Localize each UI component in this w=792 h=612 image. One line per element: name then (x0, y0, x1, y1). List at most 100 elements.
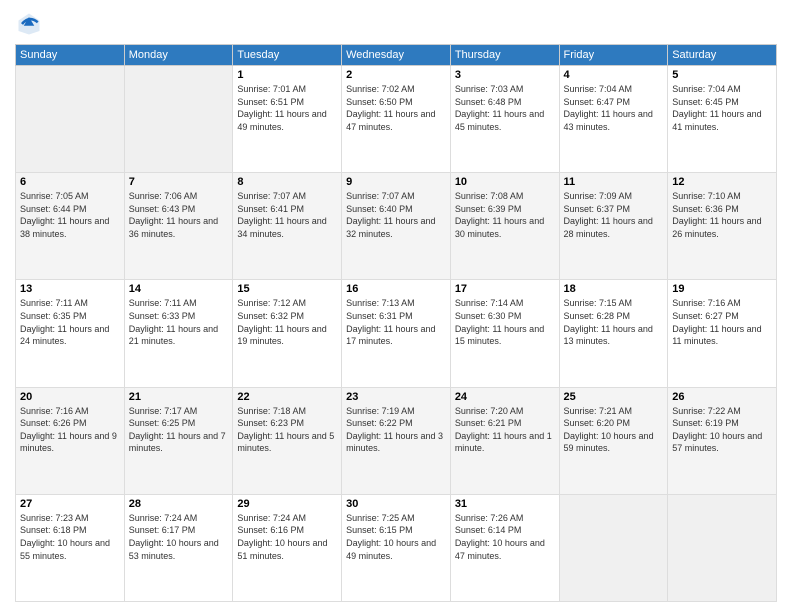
day-info: Sunrise: 7:21 AMSunset: 6:20 PMDaylight:… (564, 405, 664, 455)
day-info: Sunrise: 7:26 AMSunset: 6:14 PMDaylight:… (455, 512, 555, 562)
day-number: 27 (20, 498, 120, 510)
calendar-cell: 1 Sunrise: 7:01 AMSunset: 6:51 PMDaylight… (233, 66, 342, 173)
calendar-cell: 20 Sunrise: 7:16 AMSunset: 6:26 PMDayligh… (16, 387, 125, 494)
calendar-week-3: 13 Sunrise: 7:11 AMSunset: 6:35 PMDayligh… (16, 280, 777, 387)
logo (15, 10, 45, 38)
calendar-cell (668, 494, 777, 601)
calendar-cell: 24 Sunrise: 7:20 AMSunset: 6:21 PMDayligh… (450, 387, 559, 494)
calendar-cell: 17Sunrise: 7:14 AMSunset: 6:30 PMDayligh… (450, 280, 559, 387)
day-number: 14 (129, 283, 229, 295)
calendar-cell: 30 Sunrise: 7:25 AMSunset: 6:15 PMDayligh… (342, 494, 451, 601)
day-number: 30 (346, 498, 446, 510)
calendar-week-5: 27 Sunrise: 7:23 AMSunset: 6:18 PMDayligh… (16, 494, 777, 601)
day-info: Sunrise: 7:16 AMSunset: 6:26 PMDaylight:… (20, 405, 120, 455)
calendar-cell: 23 Sunrise: 7:19 AMSunset: 6:22 PMDayligh… (342, 387, 451, 494)
day-number: 12 (672, 176, 772, 188)
day-header-wednesday: Wednesday (342, 45, 451, 66)
calendar-cell: 3 Sunrise: 7:03 AMSunset: 6:48 PMDaylight… (450, 66, 559, 173)
calendar-cell: 14Sunrise: 7:11 AMSunset: 6:33 PMDayligh… (124, 280, 233, 387)
day-number: 29 (237, 498, 337, 510)
calendar-cell: 16 Sunrise: 7:13 AMSunset: 6:31 PMDayligh… (342, 280, 451, 387)
calendar-cell: 27 Sunrise: 7:23 AMSunset: 6:18 PMDayligh… (16, 494, 125, 601)
calendar-cell: 4Sunrise: 7:04 AMSunset: 6:47 PMDaylight… (559, 66, 668, 173)
calendar-cell: 31 Sunrise: 7:26 AMSunset: 6:14 PMDayligh… (450, 494, 559, 601)
calendar-cell: 15 Sunrise: 7:12 AMSunset: 6:32 PMDayligh… (233, 280, 342, 387)
day-header-saturday: Saturday (668, 45, 777, 66)
calendar-cell: 5 Sunrise: 7:04 AMSunset: 6:45 PMDaylight… (668, 66, 777, 173)
day-info: Sunrise: 7:24 AMSunset: 6:17 PMDaylight:… (129, 512, 229, 562)
day-info: Sunrise: 7:16 AMSunset: 6:27 PMDaylight:… (672, 297, 772, 347)
day-info: Sunrise: 7:04 AMSunset: 6:45 PMDaylight:… (672, 83, 772, 133)
day-number: 3 (455, 69, 555, 81)
day-number: 1 (237, 69, 337, 81)
day-info: Sunrise: 7:19 AMSunset: 6:22 PMDaylight:… (346, 405, 446, 455)
day-info: Sunrise: 7:23 AMSunset: 6:18 PMDaylight:… (20, 512, 120, 562)
day-header-friday: Friday (559, 45, 668, 66)
day-number: 25 (564, 391, 664, 403)
day-number: 10 (455, 176, 555, 188)
calendar-header-row: SundayMondayTuesdayWednesdayThursdayFrid… (16, 45, 777, 66)
calendar-cell: 25 Sunrise: 7:21 AMSunset: 6:20 PMDayligh… (559, 387, 668, 494)
day-info: Sunrise: 7:20 AMSunset: 6:21 PMDaylight:… (455, 405, 555, 455)
day-info: Sunrise: 7:22 AMSunset: 6:19 PMDaylight:… (672, 405, 772, 455)
day-number: 15 (237, 283, 337, 295)
day-number: 20 (20, 391, 120, 403)
day-number: 23 (346, 391, 446, 403)
page: SundayMondayTuesdayWednesdayThursdayFrid… (0, 0, 792, 612)
calendar-cell (124, 66, 233, 173)
day-number: 24 (455, 391, 555, 403)
calendar-week-2: 6 Sunrise: 7:05 AMSunset: 6:44 PMDaylight… (16, 173, 777, 280)
day-info: Sunrise: 7:02 AMSunset: 6:50 PMDaylight:… (346, 83, 446, 133)
calendar-cell: 9 Sunrise: 7:07 AMSunset: 6:40 PMDaylight… (342, 173, 451, 280)
day-header-thursday: Thursday (450, 45, 559, 66)
calendar-cell: 19Sunrise: 7:16 AMSunset: 6:27 PMDayligh… (668, 280, 777, 387)
day-number: 6 (20, 176, 120, 188)
calendar-cell: 10 Sunrise: 7:08 AMSunset: 6:39 PMDayligh… (450, 173, 559, 280)
calendar-cell: 26 Sunrise: 7:22 AMSunset: 6:19 PMDayligh… (668, 387, 777, 494)
header (15, 10, 777, 38)
day-header-tuesday: Tuesday (233, 45, 342, 66)
day-number: 11 (564, 176, 664, 188)
calendar-cell (559, 494, 668, 601)
day-number: 28 (129, 498, 229, 510)
day-info: Sunrise: 7:07 AMSunset: 6:40 PMDaylight:… (346, 190, 446, 240)
day-number: 7 (129, 176, 229, 188)
calendar-cell: 13 Sunrise: 7:11 AMSunset: 6:35 PMDayligh… (16, 280, 125, 387)
day-info: Sunrise: 7:08 AMSunset: 6:39 PMDaylight:… (455, 190, 555, 240)
day-number: 9 (346, 176, 446, 188)
day-number: 16 (346, 283, 446, 295)
calendar-cell: 21Sunrise: 7:17 AMSunset: 6:25 PMDayligh… (124, 387, 233, 494)
day-number: 13 (20, 283, 120, 295)
calendar-week-1: 1 Sunrise: 7:01 AMSunset: 6:51 PMDaylight… (16, 66, 777, 173)
day-number: 2 (346, 69, 446, 81)
calendar-cell: 8 Sunrise: 7:07 AMSunset: 6:41 PMDaylight… (233, 173, 342, 280)
day-info: Sunrise: 7:12 AMSunset: 6:32 PMDaylight:… (237, 297, 337, 347)
day-info: Sunrise: 7:06 AMSunset: 6:43 PMDaylight:… (129, 190, 229, 240)
day-number: 5 (672, 69, 772, 81)
day-info: Sunrise: 7:04 AMSunset: 6:47 PMDaylight:… (564, 83, 664, 133)
day-info: Sunrise: 7:05 AMSunset: 6:44 PMDaylight:… (20, 190, 120, 240)
day-header-monday: Monday (124, 45, 233, 66)
day-info: Sunrise: 7:25 AMSunset: 6:15 PMDaylight:… (346, 512, 446, 562)
day-info: Sunrise: 7:17 AMSunset: 6:25 PMDaylight:… (129, 405, 229, 455)
calendar-cell (16, 66, 125, 173)
day-info: Sunrise: 7:11 AMSunset: 6:35 PMDaylight:… (20, 297, 120, 347)
calendar-cell: 6 Sunrise: 7:05 AMSunset: 6:44 PMDaylight… (16, 173, 125, 280)
day-number: 31 (455, 498, 555, 510)
day-info: Sunrise: 7:13 AMSunset: 6:31 PMDaylight:… (346, 297, 446, 347)
day-info: Sunrise: 7:03 AMSunset: 6:48 PMDaylight:… (455, 83, 555, 133)
day-info: Sunrise: 7:01 AMSunset: 6:51 PMDaylight:… (237, 83, 337, 133)
day-info: Sunrise: 7:07 AMSunset: 6:41 PMDaylight:… (237, 190, 337, 240)
day-number: 26 (672, 391, 772, 403)
day-info: Sunrise: 7:10 AMSunset: 6:36 PMDaylight:… (672, 190, 772, 240)
calendar-week-4: 20 Sunrise: 7:16 AMSunset: 6:26 PMDayligh… (16, 387, 777, 494)
calendar-cell: 22Sunrise: 7:18 AMSunset: 6:23 PMDayligh… (233, 387, 342, 494)
calendar-cell: 18Sunrise: 7:15 AMSunset: 6:28 PMDayligh… (559, 280, 668, 387)
calendar-cell: 11Sunrise: 7:09 AMSunset: 6:37 PMDayligh… (559, 173, 668, 280)
calendar-table: SundayMondayTuesdayWednesdayThursdayFrid… (15, 44, 777, 602)
day-number: 8 (237, 176, 337, 188)
logo-icon (15, 10, 43, 38)
calendar-cell: 28 Sunrise: 7:24 AMSunset: 6:17 PMDayligh… (124, 494, 233, 601)
calendar-cell: 7 Sunrise: 7:06 AMSunset: 6:43 PMDaylight… (124, 173, 233, 280)
calendar-cell: 2 Sunrise: 7:02 AMSunset: 6:50 PMDaylight… (342, 66, 451, 173)
